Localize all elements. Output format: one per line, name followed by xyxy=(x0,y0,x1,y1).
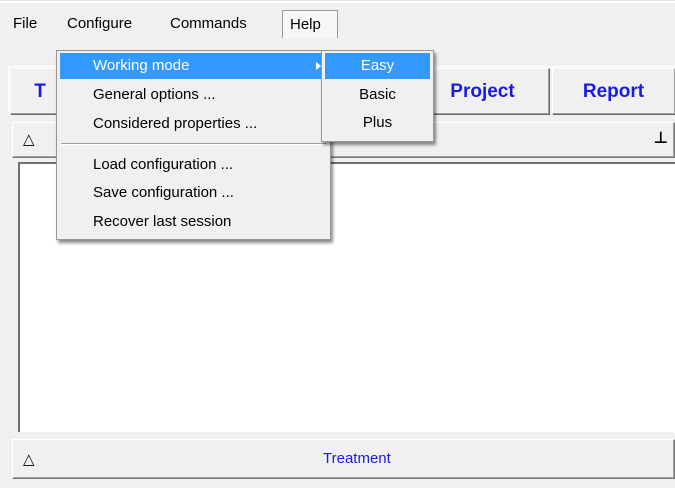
menu-item-load-configuration[interactable]: Load configuration ... xyxy=(60,152,327,178)
tab-project[interactable]: Project xyxy=(416,68,549,114)
pin-icon[interactable]: ⊥ xyxy=(653,130,668,148)
menu-item-label: General options ... xyxy=(93,86,216,103)
configure-menu: Working mode General options ... Conside… xyxy=(56,50,331,240)
menu-separator xyxy=(61,143,326,145)
menu-item-label: Recover last session xyxy=(93,213,232,230)
menu-item-label: Load configuration ... xyxy=(93,156,234,173)
window-top-edge xyxy=(0,0,675,3)
tab-report[interactable]: Report xyxy=(552,68,675,114)
treatment-toggle-icon[interactable]: △ xyxy=(23,451,35,469)
expand-toggle-icon[interactable]: △ xyxy=(23,131,35,149)
menu-configure[interactable]: Configure xyxy=(60,10,139,38)
menu-item-considered-properties[interactable]: Considered properties ... xyxy=(60,111,327,137)
working-mode-submenu: Easy Basic Plus xyxy=(321,50,434,142)
menu-item-working-mode[interactable]: Working mode xyxy=(60,53,327,79)
menu-help[interactable]: Help xyxy=(282,10,338,38)
menu-item-label: Considered properties ... xyxy=(93,115,258,132)
treatment-title: Treatment xyxy=(323,450,391,467)
menu-item-recover-last-session[interactable]: Recover last session xyxy=(60,209,327,235)
menu-item-label: Save configuration ... xyxy=(93,184,234,201)
menu-item-label: Working mode xyxy=(93,57,190,74)
submenu-item-easy[interactable]: Easy xyxy=(325,53,430,79)
menu-item-general-options[interactable]: General options ... xyxy=(60,82,327,108)
treatment-bar: △ Treatment xyxy=(12,439,675,479)
menu-commands[interactable]: Commands xyxy=(163,10,254,38)
menu-item-save-configuration[interactable]: Save configuration ... xyxy=(60,180,327,206)
submenu-item-plus[interactable]: Plus xyxy=(325,110,430,136)
submenu-item-basic[interactable]: Basic xyxy=(325,82,430,108)
menu-bar: File Configure Commands Help xyxy=(0,0,675,44)
menu-file[interactable]: File xyxy=(6,10,44,38)
